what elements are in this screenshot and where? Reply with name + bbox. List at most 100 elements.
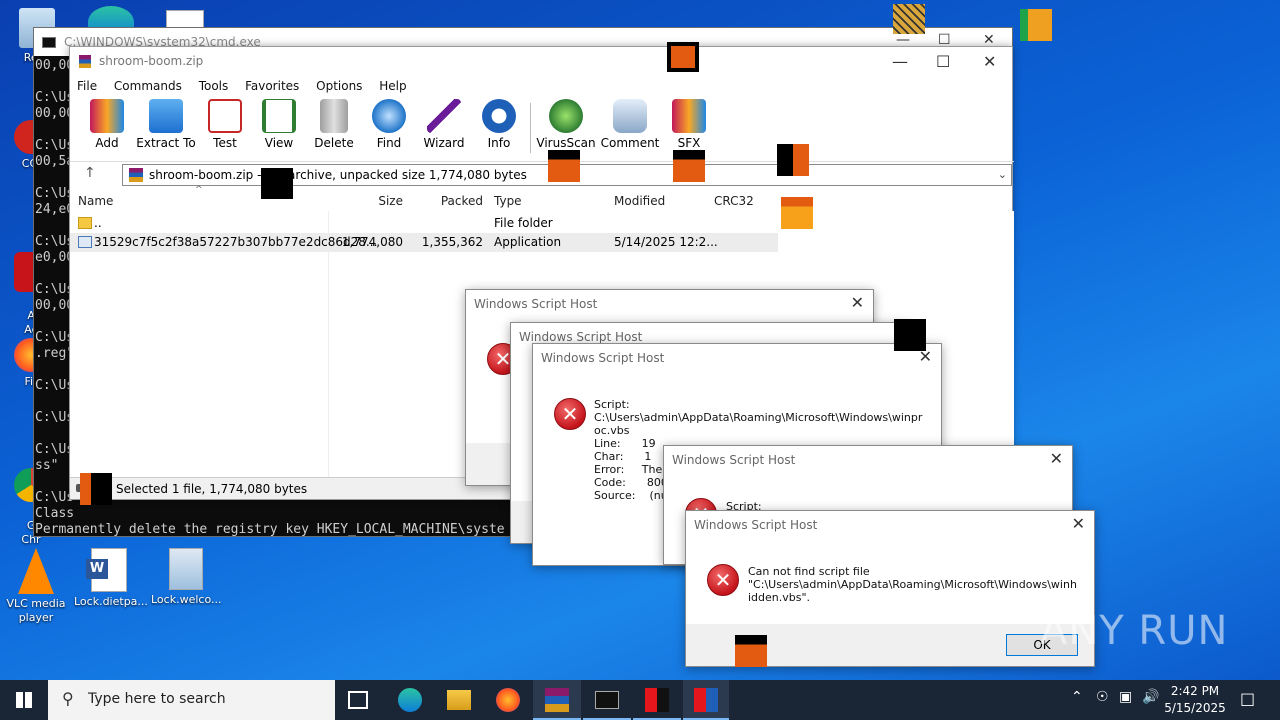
info-button[interactable]: Info bbox=[470, 99, 528, 150]
task-view-icon[interactable] bbox=[348, 691, 368, 709]
folder-icon bbox=[78, 217, 92, 229]
add-icon bbox=[90, 99, 124, 133]
taskbar: ⚲ Type here to search ⌃ ☉ ▣ 🔊 2:42 PM 5/… bbox=[0, 680, 1280, 720]
dialog-title: Windows Script Host bbox=[519, 330, 643, 344]
winrar-minimize-button[interactable]: — bbox=[892, 52, 908, 71]
chevron-down-icon[interactable]: ⌄ bbox=[998, 168, 1007, 181]
virusscan-button[interactable]: VirusScan bbox=[536, 99, 596, 150]
dialog-title: Windows Script Host bbox=[541, 351, 665, 365]
menu-help[interactable]: Help bbox=[379, 75, 406, 97]
comment-button[interactable]: Comment bbox=[600, 99, 660, 150]
app-taskbar-button[interactable] bbox=[633, 680, 681, 720]
menu-commands[interactable]: Commands bbox=[114, 75, 182, 97]
winrar-maximize-button[interactable]: ☐ bbox=[936, 52, 950, 71]
winrar-close-button[interactable]: ✕ bbox=[983, 52, 996, 71]
column-header-crc32[interactable]: CRC32 bbox=[714, 189, 754, 211]
menu-file[interactable]: File bbox=[77, 75, 97, 97]
column-header-size[interactable]: Size bbox=[328, 189, 403, 211]
column-header-packed[interactable]: Packed bbox=[408, 189, 483, 211]
desktop-icon-label: Lock.welco... bbox=[151, 593, 222, 606]
wscript-taskbar-button[interactable] bbox=[683, 680, 729, 720]
extract-folder-icon bbox=[149, 99, 183, 133]
volume-icon[interactable]: 🔊 bbox=[1142, 689, 1159, 705]
row-type: File folder bbox=[494, 216, 553, 230]
test-button[interactable]: Test bbox=[196, 99, 254, 150]
info-icon bbox=[482, 99, 516, 133]
virusscan-icon bbox=[549, 99, 583, 133]
dialog-close-button[interactable]: ✕ bbox=[1050, 449, 1063, 468]
menu-options[interactable]: Options bbox=[316, 75, 362, 97]
column-header-modified[interactable]: Modified bbox=[614, 189, 665, 211]
delete-button[interactable]: Delete bbox=[305, 99, 363, 150]
glitch-block bbox=[80, 473, 112, 505]
notification-icon[interactable]: □ bbox=[1240, 689, 1255, 708]
test-label: Test bbox=[213, 136, 237, 150]
sfx-box-icon bbox=[672, 99, 706, 133]
desktop-icon-vlc[interactable]: VLC media player bbox=[1, 548, 71, 625]
wscript-taskbar-icon bbox=[694, 688, 718, 712]
glitch-block bbox=[781, 197, 813, 229]
view-label: View bbox=[264, 136, 294, 150]
sfx-button[interactable]: SFX bbox=[660, 99, 718, 150]
extract-to-button[interactable]: Extract To bbox=[136, 99, 196, 150]
winrar-toolbar: Add Extract To Test View Delete Find Wiz… bbox=[70, 97, 1012, 155]
glitch-block bbox=[777, 144, 809, 176]
winrar-taskbar-button[interactable] bbox=[533, 680, 581, 720]
up-arrow-icon[interactable]: ↑ bbox=[84, 165, 96, 181]
column-header-type[interactable]: Type bbox=[494, 189, 522, 211]
chevron-up-icon[interactable]: ⌃ bbox=[1071, 689, 1083, 705]
sort-arrow-icon: ^ bbox=[195, 185, 203, 195]
winrar-title: shroom-boom.zip bbox=[99, 54, 204, 68]
column-type-label: Type bbox=[494, 194, 522, 208]
cmd-line: ss" bbox=[35, 458, 59, 473]
start-button[interactable] bbox=[0, 680, 48, 720]
anyrun-watermark: ANY RUN bbox=[1040, 608, 1229, 654]
clock-time: 2:42 PM bbox=[1170, 684, 1220, 698]
network-icon[interactable]: ▣ bbox=[1119, 689, 1132, 705]
menu-favorites[interactable]: Favorites bbox=[245, 75, 299, 97]
cmd-line: Permanently delete the registry key HKEY… bbox=[35, 522, 505, 537]
view-button[interactable]: View bbox=[250, 99, 308, 150]
archive-icon bbox=[129, 168, 143, 182]
virusscan-label: VirusScan bbox=[536, 136, 596, 150]
dialog-close-button[interactable]: ✕ bbox=[1072, 514, 1085, 533]
desktop-icon-lock-welco[interactable]: Lock.welco... bbox=[151, 548, 221, 607]
cmd-taskbar-button[interactable] bbox=[583, 680, 631, 720]
dialog-close-button[interactable]: ✕ bbox=[851, 293, 864, 312]
dialog-title: Windows Script Host bbox=[694, 518, 818, 532]
windows-logo-icon bbox=[16, 692, 32, 708]
cmd-line: Class bbox=[35, 506, 75, 521]
delete-label: Delete bbox=[314, 136, 354, 150]
winrar-icon bbox=[79, 55, 91, 68]
error-icon: ✕ bbox=[707, 564, 739, 596]
desktop-icon-lock-dietpa[interactable]: W Lock.dietpa... bbox=[74, 548, 148, 609]
glitch-block bbox=[261, 168, 293, 199]
wizard-button[interactable]: Wizard bbox=[415, 99, 473, 150]
firefox-taskbar-icon[interactable] bbox=[496, 688, 520, 712]
file-explorer-icon[interactable] bbox=[447, 690, 471, 710]
security-icon[interactable]: ☉ bbox=[1096, 689, 1109, 705]
find-button[interactable]: Find bbox=[360, 99, 418, 150]
edge-taskbar-icon[interactable] bbox=[398, 688, 422, 712]
file-row-parent-folder[interactable]: .. File folder bbox=[70, 214, 770, 233]
winrar-titlebar[interactable]: shroom-boom.zip — ☐ ✕ bbox=[70, 47, 1012, 75]
file-row-selected[interactable]: 31529c7f5c2f38a57227b307bb77e2dc86d28...… bbox=[70, 233, 778, 252]
sfx-label: SFX bbox=[677, 136, 701, 150]
menu-tools[interactable]: Tools bbox=[199, 75, 229, 97]
app-taskbar-icon bbox=[645, 688, 669, 712]
test-clipboard-icon bbox=[208, 99, 242, 133]
comment-label: Comment bbox=[600, 136, 660, 150]
add-label: Add bbox=[95, 136, 119, 150]
system-clock[interactable]: 2:42 PM 5/15/2025 bbox=[1162, 683, 1228, 717]
row-packed: 1,355,362 bbox=[421, 235, 483, 249]
cmd-taskbar-icon bbox=[595, 691, 619, 709]
winrar-menubar: File Commands Tools Favorites Options He… bbox=[70, 75, 1012, 97]
add-button[interactable]: Add bbox=[78, 99, 136, 150]
find-magnifier-icon bbox=[372, 99, 406, 133]
comment-icon bbox=[613, 99, 647, 133]
column-header-name[interactable]: Name bbox=[78, 189, 113, 211]
glitch-block bbox=[673, 150, 705, 182]
delete-trash-icon bbox=[320, 99, 348, 133]
taskbar-search-box[interactable]: ⚲ Type here to search bbox=[48, 680, 335, 720]
info-label: Info bbox=[487, 136, 511, 150]
